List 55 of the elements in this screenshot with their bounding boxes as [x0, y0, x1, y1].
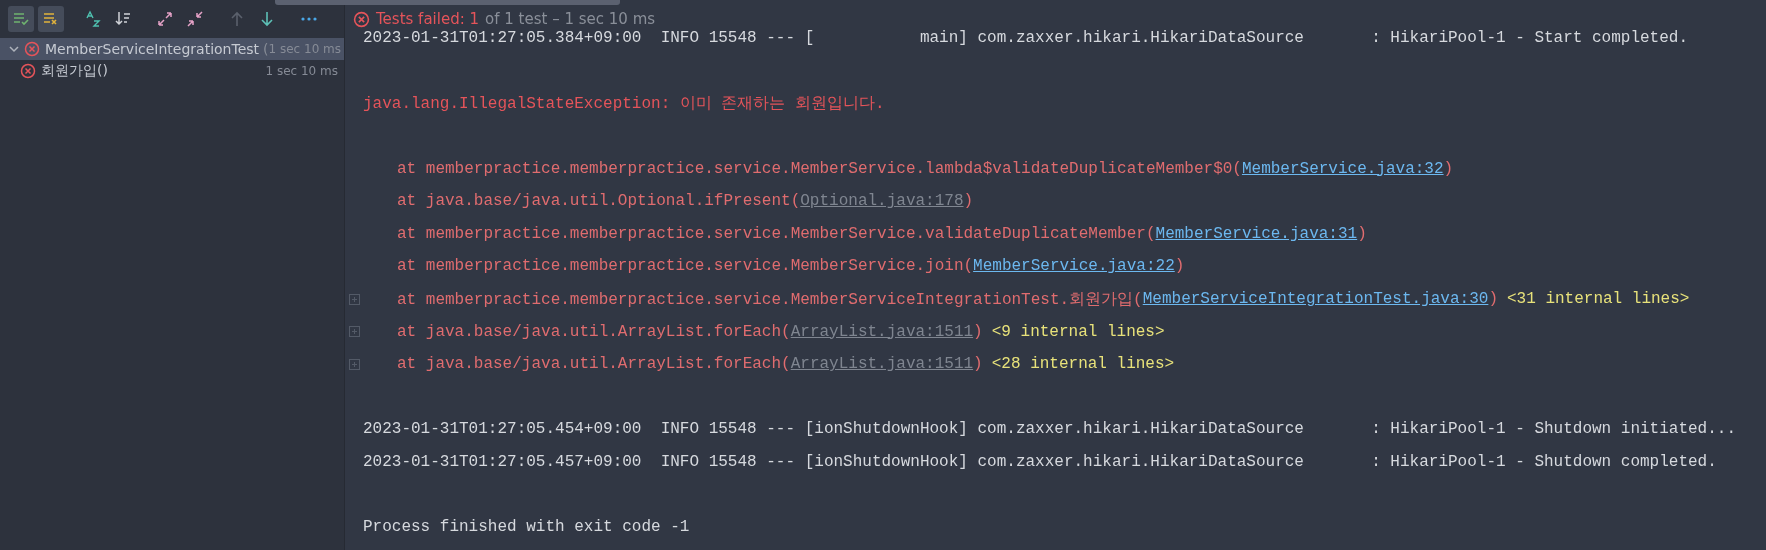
paren: ) — [973, 322, 983, 341]
log-line: 2023-01-31T01:27:05.384+09:00 INFO 15548 --- [ main] com.zaxxer.hikari.HikariDataSource : HikariPool-1 - Start completed. — [363, 29, 1688, 48]
source-link[interactable]: ArrayList.java:1511 — [790, 322, 974, 341]
test-tree-row[interactable]: MemberServiceIntegrationTest (1 sec 10 ms — [0, 38, 344, 60]
arrow-down-icon — [258, 10, 276, 28]
list-check-icon — [12, 10, 30, 28]
chevron-icon[interactable] — [8, 43, 20, 55]
sort-lines-icon — [114, 10, 132, 28]
internal-lines-link[interactable]: <28 internal lines> — [991, 355, 1175, 374]
stack-frame: at memberpractice.memberpractice.service.MemberServiceIntegrationTest.회원가입( — [397, 288, 1143, 310]
test-summary: of 1 test – 1 sec 10 ms — [485, 10, 656, 28]
test-tree-row[interactable]: 회원가입() 1 sec 10 ms — [0, 60, 344, 82]
test-name: 회원가입() — [41, 62, 108, 80]
test-location: ( — [263, 41, 269, 57]
source-link[interactable]: MemberService.java:22 — [973, 257, 1175, 276]
stack-frame: at java.base/java.util.ArrayList.forEach( — [397, 322, 791, 341]
source-link[interactable]: Optional.java:178 — [800, 192, 964, 211]
error-icon — [20, 63, 36, 79]
log-line: Process finished with exit code -1 — [363, 518, 690, 537]
tests-failed-label: Tests failed: 1 — [376, 10, 480, 28]
scrollbar[interactable] — [275, 0, 620, 5]
test-duration: 1 sec 10 ms — [265, 64, 338, 78]
stack-frame: at memberpractice.memberpractice.service.MemberService.lambda$validateDuplicateMember$0( — [397, 159, 1242, 178]
more-icon — [300, 17, 318, 21]
paren: ) — [1357, 224, 1367, 243]
sort-icon — [84, 10, 102, 28]
stack-frame: at java.base/java.util.ArrayList.forEach( — [397, 355, 791, 374]
expand-icon — [156, 10, 174, 28]
paren: ) — [1174, 257, 1185, 276]
source-link[interactable]: MemberService.java:31 — [1155, 224, 1358, 243]
paren: ) — [973, 355, 983, 374]
error-icon — [353, 10, 370, 28]
fold-icon[interactable] — [348, 358, 360, 370]
source-link[interactable]: ArrayList.java:1511 — [790, 355, 974, 374]
collapse-icon — [186, 10, 204, 28]
source-link[interactable]: MemberService.java:32 — [1241, 159, 1444, 178]
internal-lines-link[interactable]: <31 internal lines> — [1507, 290, 1690, 309]
list-cross-button[interactable] — [38, 6, 64, 32]
fold-icon[interactable] — [348, 326, 360, 338]
fold-icon[interactable] — [348, 293, 360, 305]
test-duration: 1 sec 10 ms — [268, 42, 342, 56]
error-icon — [24, 41, 40, 57]
list-check-button[interactable] — [8, 6, 34, 32]
paren: ) — [963, 192, 974, 211]
log-line: 2023-01-31T01:27:05.454+09:00 INFO 15548 --- [ionShutdownHook] com.zaxxer.hikari.HikariDataSource : HikariPool-1 - Shutdown initiated... — [363, 420, 1737, 439]
paren: ) — [1443, 159, 1454, 178]
paren: ) — [1488, 290, 1498, 309]
stack-frame: at memberpractice.memberpractice.service.MemberService.join( — [397, 257, 974, 276]
internal-lines-link[interactable]: <9 internal lines> — [991, 322, 1165, 341]
source-link[interactable]: MemberServiceIntegrationTest.java:30 — [1142, 290, 1489, 309]
stack-frame: at java.base/java.util.Optional.ifPresent( — [397, 192, 801, 211]
test-name: MemberServiceIntegrationTest — [45, 41, 260, 57]
log-line: 2023-01-31T01:27:05.457+09:00 INFO 15548 --- [ionShutdownHook] com.zaxxer.hikari.HikariDataSource : HikariPool-1 - Shutdown completed. — [363, 453, 1717, 471]
exception-message: java.lang.IllegalStateException: 이미 존재하는 회원입니다. — [363, 94, 885, 114]
stack-frame: at memberpractice.memberpractice.service.MemberService.validateDuplicateMember( — [397, 224, 1156, 243]
